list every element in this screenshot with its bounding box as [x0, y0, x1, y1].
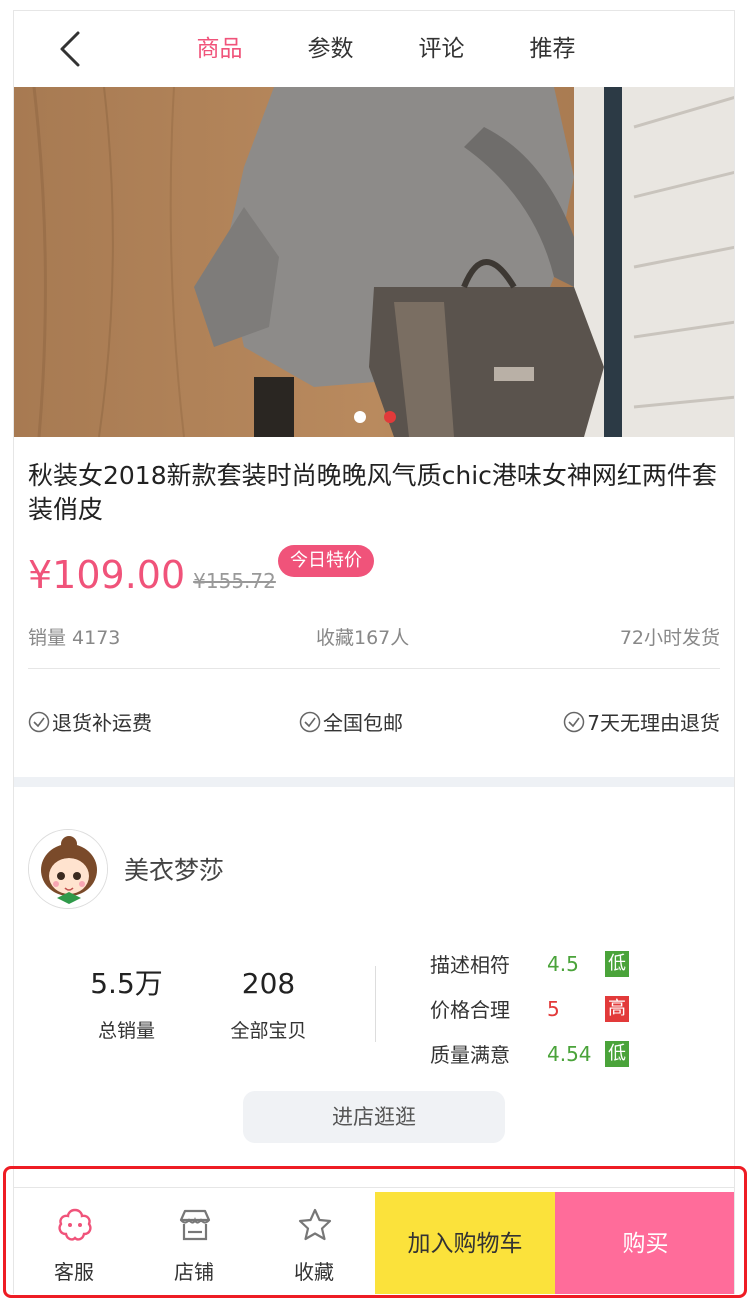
item-count-label: 全部宝贝 [230, 1020, 307, 1042]
total-sales-metric: 5.5万 总销量 [64, 966, 189, 1043]
carousel-indicator [14, 411, 734, 423]
rating-label: 质量满意 [430, 1043, 510, 1067]
rating-tag: 低 [605, 950, 629, 977]
rating-value: 4.5 [547, 951, 579, 976]
guarantee-item: 退货补运费 [28, 707, 152, 736]
product-title: 秋装女2018新款套装时尚晚晚风气质chic港味女神网红两件套装俏皮 [28, 461, 717, 524]
bottom-action-bar: 客服 店铺 收藏 加入购物车 购买 [14, 1187, 734, 1294]
product-stats: 销量 4173 收藏167人 72小时发货 [28, 623, 720, 657]
total-sales-value: 5.5万 [90, 967, 163, 1000]
favorite-count: 收藏167人 [316, 627, 410, 649]
shipping-time: 72小时发货 [619, 627, 720, 649]
carousel-dot-active[interactable] [384, 411, 396, 423]
rating-tag: 低 [605, 1040, 629, 1067]
chevron-left-icon [60, 31, 80, 67]
rating-value: 5 [547, 996, 560, 1021]
enter-shop-button[interactable]: 进店逛逛 [243, 1091, 505, 1143]
product-photo [14, 87, 734, 437]
add-to-cart-button[interactable]: 加入购物车 [375, 1192, 555, 1294]
tab-bar: 商品 参数 评论 推荐 [164, 11, 608, 87]
rating-row: 质量满意 4.54 低 [430, 1031, 629, 1076]
rating-label: 描述相符 [430, 953, 510, 977]
back-button[interactable] [52, 29, 92, 69]
customer-service-icon [58, 1208, 92, 1241]
shop-name[interactable]: 美衣梦莎 [124, 851, 224, 887]
divider [28, 668, 720, 669]
favorite-button[interactable]: 收藏 [254, 1188, 374, 1294]
total-sales-label: 总销量 [97, 1020, 155, 1042]
guarantee-item: 全国包邮 [299, 707, 403, 736]
rating-value: 4.54 [547, 1041, 592, 1066]
top-nav: 商品 参数 评论 推荐 [14, 11, 734, 87]
store-button[interactable]: 店铺 [134, 1188, 254, 1294]
product-detail-page: 商品 参数 评论 推荐 秋装女2018新款套装时尚晚晚风气质chic港味女神网红… [13, 10, 735, 1294]
tab-reviews[interactable]: 评论 [386, 11, 497, 87]
rating-label: 价格合理 [430, 998, 510, 1022]
shop-ratings: 描述相符 4.5 低 价格合理 5 高 质量满意 4.54 低 [430, 941, 629, 1076]
shop-avatar[interactable] [28, 829, 108, 909]
guarantee-item: 7天无理由退货 [563, 707, 720, 736]
carousel-dot[interactable] [354, 411, 366, 423]
buy-button[interactable]: 购买 [555, 1192, 734, 1294]
original-price: ¥155.72 [193, 569, 276, 593]
tab-product[interactable]: 商品 [164, 11, 275, 87]
tab-params[interactable]: 参数 [275, 11, 386, 87]
price-row: ¥109.00 ¥155.72 [28, 547, 276, 597]
current-price: ¥109.00 [28, 553, 186, 597]
customer-service-button[interactable]: 客服 [14, 1188, 134, 1294]
favorite-label: 收藏 [294, 1260, 334, 1284]
item-count-value: 208 [241, 967, 296, 1000]
check-circle-icon [28, 711, 50, 732]
service-guarantees: 退货补运费 全国包邮 7天无理由退货 [28, 707, 720, 739]
guarantee-label: 退货补运费 [52, 711, 152, 735]
avatar-image [29, 830, 107, 908]
product-image-carousel[interactable] [14, 87, 734, 437]
guarantee-label: 全国包邮 [323, 711, 403, 735]
tab-recommend[interactable]: 推荐 [497, 11, 608, 87]
rating-tag: 高 [605, 995, 629, 1022]
check-circle-icon [299, 711, 321, 732]
store-icon [179, 1209, 211, 1241]
promo-badge: 今日特价 [278, 545, 374, 577]
rating-row: 价格合理 5 高 [430, 986, 629, 1031]
guarantee-label: 7天无理由退货 [587, 711, 720, 735]
vertical-divider [375, 966, 376, 1042]
sales-count: 销量 4173 [28, 627, 121, 649]
customer-service-label: 客服 [54, 1260, 94, 1284]
store-label: 店铺 [174, 1260, 214, 1284]
star-icon [298, 1208, 332, 1241]
section-separator [14, 777, 734, 787]
rating-row: 描述相符 4.5 低 [430, 941, 629, 986]
check-circle-icon [564, 711, 585, 732]
item-count-metric[interactable]: 208 全部宝贝 [206, 966, 331, 1043]
